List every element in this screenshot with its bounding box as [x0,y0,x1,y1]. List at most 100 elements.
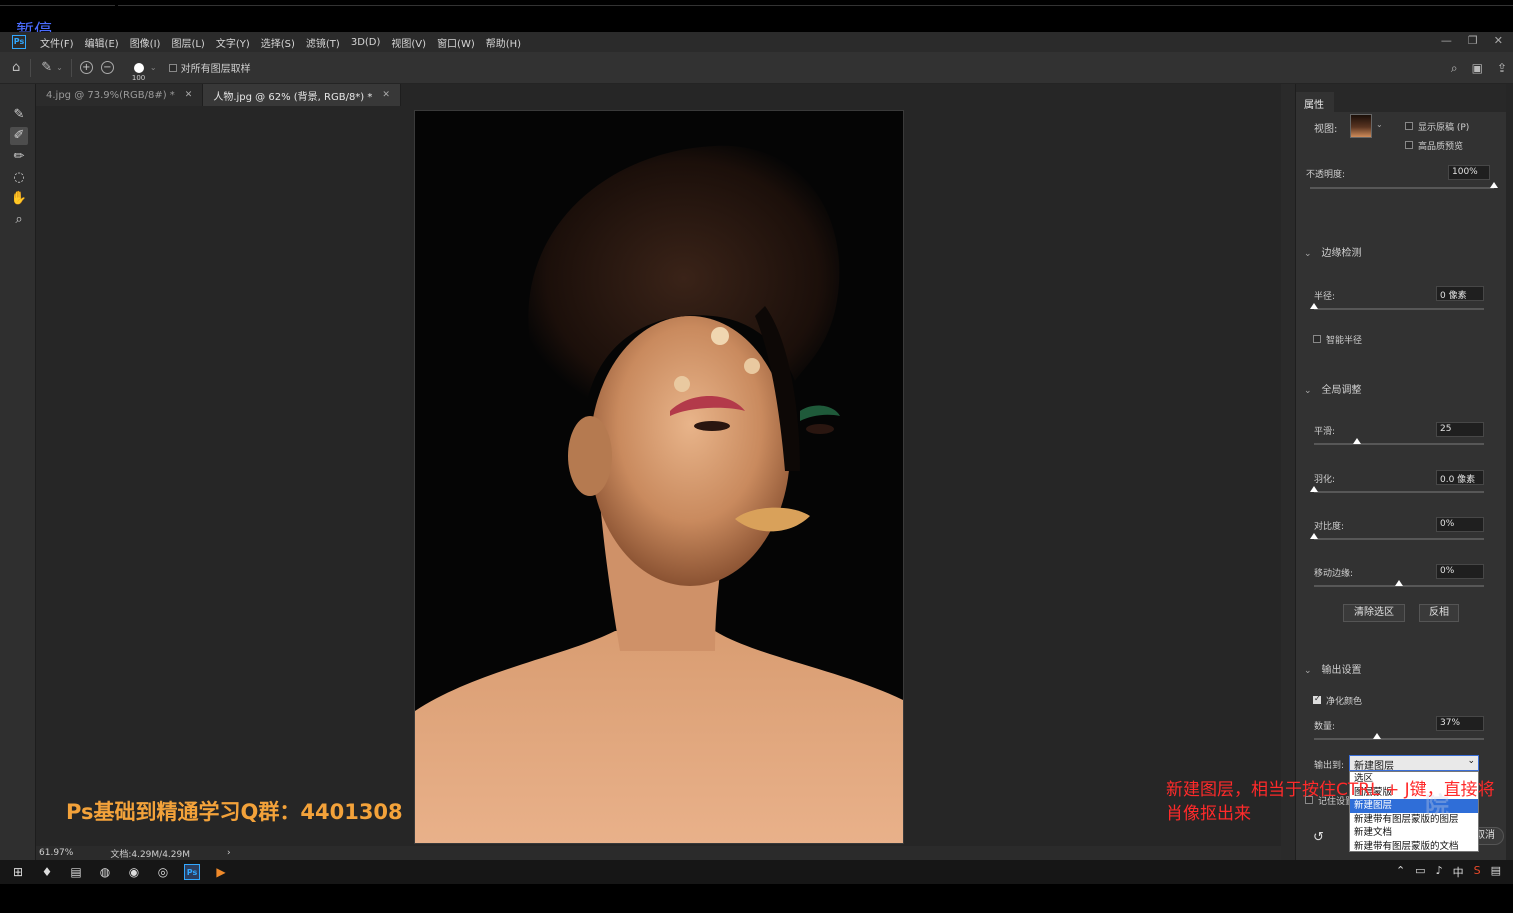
slider-knob[interactable] [1395,580,1403,586]
radius-slider[interactable] [1310,303,1484,310]
share-icon[interactable]: ⇪ [1497,61,1507,76]
tab-portrait-jpg[interactable]: 人物.jpg @ 62% (背景, RGB/8*) * ✕ [203,84,401,106]
menu-view[interactable]: 视图(V) [391,35,426,50]
radius-field[interactable]: 0 像素 [1436,286,1484,301]
workspace-icon[interactable]: ▣ [1472,61,1483,76]
menu-layer[interactable]: 图层(L) [171,35,204,50]
notification-icon[interactable]: ▤ [1491,864,1501,880]
contrast-field[interactable]: 0% [1436,517,1484,532]
tab-properties[interactable]: 属性 [1296,92,1334,112]
search-icon[interactable]: ⌕ [1451,61,1458,76]
shift-edge-field[interactable]: 0% [1436,564,1484,579]
brush-tool-icon[interactable]: ✏ [10,148,28,166]
app-icon[interactable]: ♦ [39,864,55,880]
tools-panel: ✎ ✐ ✏ ◌ ✋ ⌕ [0,84,36,860]
feather-slider[interactable] [1310,486,1484,493]
photoshop-taskbar-icon[interactable]: Ps [184,864,200,880]
view-mode-thumbnail[interactable] [1350,114,1372,138]
status-arrow[interactable]: › [227,848,231,858]
smart-radius-checkbox[interactable] [1313,335,1321,343]
amount-slider[interactable] [1314,733,1484,740]
menu-edit[interactable]: 编辑(E) [85,35,119,50]
volume-icon[interactable]: ♪ [1436,864,1443,880]
browser-icon[interactable]: ◎ [155,864,171,880]
quick-selection-tool-icon[interactable]: ✎ [10,106,28,124]
chevron-down-icon[interactable]: ⌄ [56,63,63,72]
menu-select[interactable]: 选择(S) [261,35,295,50]
invert-button[interactable]: 反相 [1419,604,1459,622]
media-player-icon[interactable]: ▶ [213,864,229,880]
slider-knob[interactable] [1372,733,1381,739]
reset-icon[interactable]: ↺ [1313,830,1324,845]
contrast-slider[interactable] [1310,533,1484,540]
canvas-area[interactable]: Ps基础到精通学习Q群：4401308 [36,106,1281,846]
sample-all-layers-checkbox[interactable] [168,63,177,72]
menu-file[interactable]: 文件(F) [40,35,74,50]
close-icon[interactable]: ✕ [185,90,193,100]
lasso-tool-icon[interactable]: ◌ [10,169,28,187]
menu-type[interactable]: 文字(Y) [216,35,250,50]
hand-tool-icon[interactable]: ✋ [10,190,28,208]
brush-size-icon[interactable]: 100 [132,62,145,82]
slider-knob[interactable] [1310,486,1318,492]
smooth-slider[interactable] [1314,438,1484,445]
browser-icon[interactable]: ◉ [126,864,142,880]
canvas-scrollbar[interactable] [1281,84,1295,860]
opacity-field[interactable]: 100% [1448,165,1490,180]
portrait-image[interactable] [414,110,904,844]
smooth-field[interactable]: 25 [1436,422,1484,437]
windows-start-icon[interactable]: ⊞ [10,864,26,880]
slider-knob[interactable] [1310,533,1318,539]
menu-window[interactable]: 窗口(W) [437,35,475,50]
section-edge-detection[interactable]: ⌄ 边缘检测 [1304,244,1362,259]
subtract-from-selection-icon[interactable]: − [100,61,114,74]
top-segment [0,0,115,6]
add-to-selection-icon[interactable]: + [79,61,93,74]
eye-right [806,424,834,434]
shift-edge-slider[interactable] [1314,580,1484,587]
decontaminate-colors-checkbox[interactable] [1313,694,1321,704]
menu-filter[interactable]: 滤镜(T) [306,35,340,50]
amount-field[interactable]: 37% [1436,716,1484,731]
zoom-tool-icon[interactable]: ⌕ [10,211,28,229]
restore-icon[interactable]: ❐ [1468,34,1478,47]
minimize-icon[interactable]: — [1441,34,1452,47]
photoshop-logo-icon[interactable]: Ps [12,35,26,49]
high-quality-preview-checkbox[interactable] [1405,141,1413,149]
jewel [744,358,760,374]
opacity-slider[interactable] [1310,182,1498,189]
slider-knob[interactable] [1490,182,1498,188]
close-icon[interactable]: ✕ [1494,34,1503,47]
menu-help[interactable]: 帮助(H) [486,35,521,50]
home-icon[interactable]: ⌂ [12,60,20,75]
clear-selection-button[interactable]: 清除选区 [1343,604,1405,622]
chevron-down-icon[interactable]: ⌄ [150,63,157,72]
slider-knob[interactable] [1310,303,1318,309]
menu-3d[interactable]: 3D(D) [351,37,381,48]
panel-collapse-strip[interactable] [1506,84,1513,860]
chevron-down-icon[interactable]: ⌄ [1376,120,1383,129]
feather-field[interactable]: 0.0 像素 [1436,470,1484,485]
show-original-checkbox[interactable] [1405,122,1413,130]
brush-size-value: 100 [131,73,146,82]
option-new-document[interactable]: 新建文档 [1350,826,1478,840]
chevron-up-icon[interactable]: ⌃ [1396,864,1405,880]
annotation-line: 肖像抠出来 [1166,804,1251,824]
brush-preset-icon[interactable]: ✎ [41,60,52,75]
zoom-level[interactable]: 61.97% [39,848,73,858]
refine-edge-brush-icon[interactable]: ✐ [10,127,28,145]
option-new-document-with-mask[interactable]: 新建带有图层蒙版的文档 [1350,840,1478,854]
sogou-icon[interactable]: S [1474,864,1481,880]
section-global-refinements[interactable]: ⌄ 全局调整 [1304,381,1362,396]
slider-knob[interactable] [1352,438,1361,444]
section-output-settings[interactable]: ⌄ 输出设置 [1304,661,1362,676]
output-to-select[interactable]: 新建图层 ⌄ [1349,755,1479,772]
menu-image[interactable]: 图像(I) [130,35,161,50]
browser-icon[interactable]: ◍ [97,864,113,880]
portrait-drawing [415,111,903,843]
tab-4-jpg[interactable]: 4.jpg @ 73.9%(RGB/8#) * ✕ [36,84,204,106]
file-explorer-icon[interactable]: ▤ [68,864,84,880]
input-method-indicator[interactable]: 中 [1453,864,1464,880]
network-icon[interactable]: ▭ [1415,864,1425,880]
close-icon[interactable]: ✕ [382,90,390,100]
